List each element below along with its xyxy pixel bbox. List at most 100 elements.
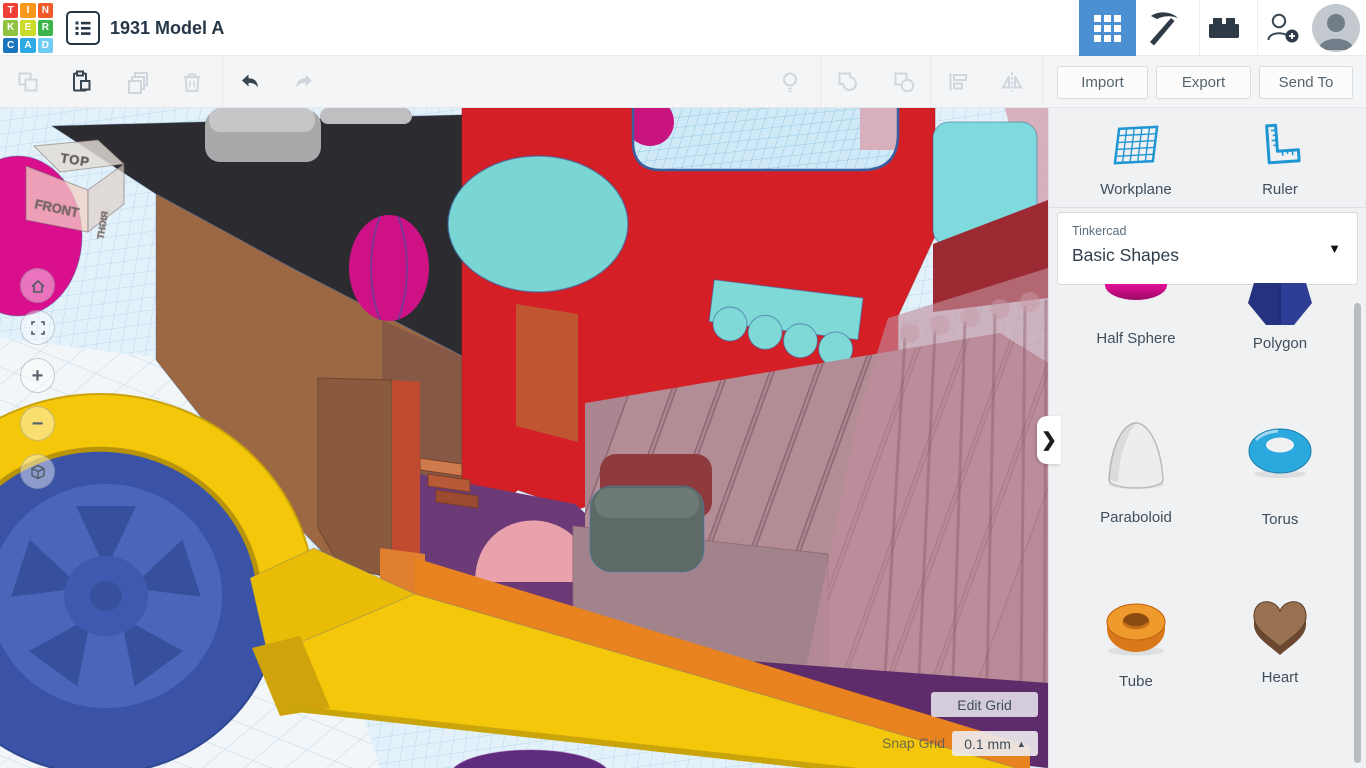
logo-tile: R (37, 20, 53, 36)
snap-grid-select[interactable]: 0.1 mm ▲ (952, 731, 1038, 756)
align-icon (949, 73, 967, 91)
fit-view-button[interactable] (20, 310, 55, 345)
snap-grid-value: 0.1 mm (964, 735, 1011, 752)
panel-scrollbar[interactable] (1354, 303, 1361, 763)
home-view-button[interactable] (20, 268, 55, 303)
firewall-panel[interactable] (516, 304, 578, 442)
tube-icon (1106, 603, 1166, 656)
paraboloid-icon (1108, 422, 1164, 489)
copy-button[interactable] (8, 62, 48, 102)
panel-collapse-button[interactable]: ❯ (1037, 416, 1061, 464)
app-header: T I N K E R C A D 1931 Model A (0, 0, 1366, 56)
shape-polygon[interactable]: Polygon (1220, 283, 1340, 352)
dashboard-grid-button[interactable] (1079, 0, 1136, 56)
delete-button[interactable] (172, 62, 212, 102)
half-sphere-icon (1105, 284, 1167, 300)
shape-torus[interactable]: Torus (1220, 426, 1340, 528)
zoom-out-button[interactable]: − (20, 406, 55, 441)
logo-tile: D (37, 37, 53, 53)
grid-blocks-icon (1094, 14, 1121, 42)
cab-window[interactable] (626, 108, 900, 172)
shape-heart[interactable]: Heart (1220, 592, 1340, 686)
workplane-label: Workplane (1100, 181, 1172, 198)
shape-label: Half Sphere (1096, 330, 1176, 347)
shape-label: Paraboloid (1100, 509, 1172, 526)
logo-tile: C (3, 37, 19, 53)
design-title: 1931 Model A (110, 18, 225, 38)
logo-tile: K (3, 20, 19, 36)
shape-tube[interactable]: Tube (1076, 596, 1196, 690)
minus-icon: − (31, 412, 44, 435)
copy-icon (18, 72, 38, 92)
library-brand: Tinkercad (1072, 224, 1127, 238)
invite-user-button[interactable] (1262, 0, 1304, 56)
brick-icon (1209, 18, 1239, 38)
shape-label: Torus (1261, 511, 1299, 528)
body-pillar-red (392, 380, 420, 578)
duplicate-icon (128, 72, 148, 94)
align-button[interactable] (938, 62, 978, 102)
mirror-icon (1001, 72, 1023, 92)
tinkercad-app: T I N K E R C A D 1931 Model A Import Ex… (0, 0, 1366, 768)
list-icon (75, 21, 91, 35)
workplane-tool[interactable]: Workplane (1076, 122, 1196, 198)
minecraft-button[interactable] (1142, 0, 1186, 56)
zoom-in-button[interactable]: + (20, 358, 55, 393)
avatar[interactable] (1312, 4, 1360, 52)
polygon-icon (1248, 283, 1312, 325)
cube-icon (30, 464, 45, 479)
redo-button[interactable] (284, 62, 324, 102)
shape-library-dropdown[interactable]: Tinkercad Basic Shapes ▼ (1057, 212, 1358, 285)
home-icon (30, 279, 45, 293)
redo-icon (296, 74, 312, 88)
design-menu-button[interactable] (66, 11, 100, 45)
workplane-icon (1113, 125, 1159, 165)
lightbulb-icon (783, 72, 797, 93)
avatar-silhouette-icon (1312, 4, 1360, 52)
3d-scene[interactable]: TOP FRONT RIGHT (0, 108, 1048, 768)
ungroup-button[interactable] (884, 62, 924, 102)
shape-label: Tube (1119, 673, 1153, 690)
group-button[interactable] (828, 62, 868, 102)
tinkercad-logo[interactable]: T I N K E R C A D (0, 0, 56, 56)
toolbar-separator (222, 56, 223, 108)
trash-icon (183, 73, 201, 92)
shape-paraboloid[interactable]: Paraboloid (1076, 418, 1196, 526)
headlight-sphere-middle[interactable] (349, 215, 429, 321)
import-button[interactable]: Import (1057, 66, 1148, 99)
logo-tile: E (20, 20, 36, 36)
armrest-box[interactable] (589, 485, 705, 573)
chevron-down-icon: ▼ (1328, 241, 1341, 256)
ungroup-icon (894, 72, 915, 93)
export-button[interactable]: Export (1156, 66, 1251, 99)
toolbar-separator (1042, 56, 1043, 108)
logo-tile: I (20, 3, 36, 19)
header-separator (1257, 0, 1258, 56)
ruler-icon (1265, 123, 1301, 165)
pickaxe-icon (1150, 12, 1178, 46)
edit-grid-button[interactable]: Edit Grid (931, 692, 1038, 717)
undo-button[interactable] (230, 62, 270, 102)
library-selected: Basic Shapes (1072, 245, 1180, 265)
fit-view-icon (30, 320, 45, 335)
logo-tile: N (37, 3, 53, 19)
paste-button[interactable] (60, 62, 100, 102)
duplicate-button[interactable] (118, 62, 158, 102)
logo-tile: A (20, 37, 36, 53)
logo-tile: T (3, 3, 19, 19)
ruler-tool[interactable]: Ruler (1220, 122, 1340, 198)
perspective-toggle-button[interactable] (20, 454, 55, 489)
brick-button[interactable] (1204, 0, 1244, 56)
caret-up-icon: ▲ (1016, 738, 1026, 749)
show-all-button[interactable] (770, 62, 810, 102)
3d-viewport[interactable]: TOP FRONT RIGHT + − Edit Grid Snap Grid … (0, 108, 1048, 768)
body-pillar[interactable] (317, 377, 393, 579)
header-separator (1199, 0, 1200, 56)
seat-roll-cylinder[interactable] (447, 155, 629, 293)
toolbar-separator (820, 56, 821, 108)
group-icon (838, 72, 857, 91)
send-to-button[interactable]: Send To (1259, 66, 1353, 99)
shape-half-sphere[interactable]: Half Sphere (1076, 284, 1196, 347)
shape-label: Polygon (1252, 335, 1308, 352)
mirror-button[interactable] (992, 62, 1032, 102)
